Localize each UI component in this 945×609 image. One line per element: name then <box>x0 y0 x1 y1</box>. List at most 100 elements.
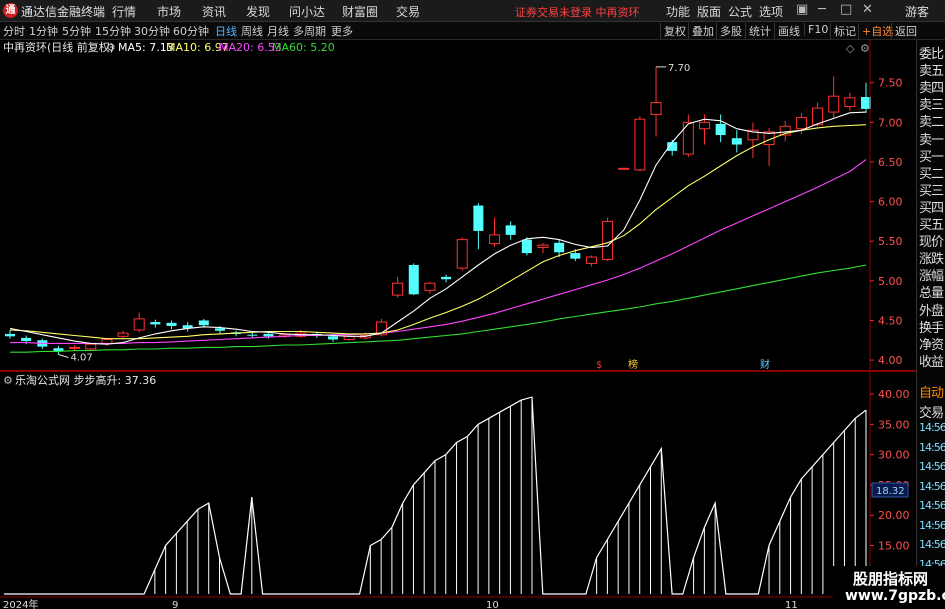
guest-user[interactable]: 游客 <box>905 3 929 20</box>
candle[interactable] <box>69 345 81 351</box>
menu-options[interactable]: 选项 <box>759 3 783 20</box>
ma5-line <box>9 111 867 345</box>
candle-body <box>537 244 549 249</box>
period-tab-weekly[interactable]: 周线 <box>241 23 263 39</box>
candle[interactable] <box>247 332 258 338</box>
app-logo-icon: 通 <box>3 3 18 18</box>
draw-line-button[interactable]: 画线 <box>774 23 803 39</box>
main-price-chart[interactable]: 中再资环(日线 前复权) ⚙ MA5: 7.13 MA10: 6.97 MA20… <box>0 40 916 370</box>
window-menu-icon[interactable]: ▣ <box>796 2 808 17</box>
statistics-button[interactable]: 统计 <box>745 23 774 39</box>
adjust-button[interactable]: 复权 <box>660 23 689 39</box>
indicator-gear-icon[interactable]: ⚙ <box>3 374 13 387</box>
menu-market-quotes[interactable]: 行情 <box>112 3 136 20</box>
candle[interactable] <box>602 217 614 262</box>
candle-body <box>85 343 97 350</box>
trade-time: 14:56 <box>919 499 945 512</box>
candle[interactable] <box>828 76 840 119</box>
candle-body <box>602 220 614 260</box>
candle[interactable] <box>182 322 193 332</box>
candle-body <box>715 123 726 136</box>
menu-function[interactable]: 功能 <box>666 3 690 20</box>
quote-field-label: 收益 <box>919 354 944 370</box>
menu-layout[interactable]: 版面 <box>697 3 721 20</box>
f10-button[interactable]: F10 <box>804 23 831 36</box>
event-mark-finance[interactable]: 财 <box>760 358 770 370</box>
settings-small-icon[interactable]: ⚙ <box>860 42 870 55</box>
candle[interactable] <box>117 330 129 339</box>
candle[interactable] <box>150 319 161 328</box>
candle[interactable] <box>473 203 484 250</box>
candle[interactable] <box>424 281 436 294</box>
ma60-label: MA60: 5.20 <box>272 41 335 54</box>
candle[interactable] <box>585 255 597 267</box>
period-tab-30min[interactable]: 30分钟 <box>134 23 170 39</box>
settings-gear-icon[interactable]: ⚙ <box>106 41 116 54</box>
candle[interactable] <box>166 320 177 330</box>
period-tab-multi[interactable]: 多周期 <box>293 23 326 39</box>
candle[interactable] <box>489 217 501 247</box>
low-price-label: 4.07 <box>70 353 92 364</box>
menu-discover[interactable]: 发现 <box>246 3 270 20</box>
ma10-line <box>9 124 867 340</box>
candle-body <box>828 95 840 113</box>
menu-wealth-circle[interactable]: 财富圈 <box>342 3 378 20</box>
multi-stock-button[interactable]: 多股 <box>716 23 745 39</box>
indicator-tick-label: 40.00 <box>878 388 910 401</box>
app-title: 通达信金融终端 <box>21 5 106 19</box>
back-button[interactable]: 返回 <box>891 23 920 39</box>
close-icon[interactable]: ✕ <box>862 2 873 17</box>
menu-news[interactable]: 资讯 <box>202 3 226 20</box>
candle[interactable] <box>682 114 694 158</box>
price-tick-label: 4.50 <box>878 314 903 327</box>
candle-body <box>133 318 145 331</box>
period-tab-1min[interactable]: 1分钟 <box>29 23 58 39</box>
candle[interactable] <box>715 114 726 143</box>
menu-market[interactable]: 市场 <box>157 3 181 20</box>
candle[interactable] <box>747 122 759 159</box>
candle[interactable] <box>133 312 145 333</box>
menu-trade[interactable]: 交易 <box>396 3 420 20</box>
period-tab-intraday[interactable]: 分时 <box>3 23 25 39</box>
period-tab-monthly[interactable]: 月线 <box>267 23 289 39</box>
candle[interactable] <box>634 116 646 172</box>
period-toolbar: 分时 1分钟 5分钟 15分钟 30分钟 60分钟 日线 周线 月线 多周期 更… <box>0 22 945 40</box>
period-tab-15min[interactable]: 15分钟 <box>95 23 131 39</box>
candle-body <box>521 239 532 254</box>
period-tab-daily[interactable]: 日线 <box>215 23 237 39</box>
candle[interactable] <box>505 221 516 240</box>
candle[interactable] <box>731 130 742 153</box>
candle[interactable] <box>618 167 630 170</box>
indicator-tick-label: 20.00 <box>878 509 910 522</box>
time-label-sep: 9 <box>172 600 178 609</box>
mark-button[interactable]: 标记 <box>830 23 859 39</box>
event-mark-dividend[interactable]: $ <box>596 360 602 370</box>
period-tab-more[interactable]: 更多 <box>331 23 353 39</box>
menu-formula[interactable]: 公式 <box>728 3 752 20</box>
candle[interactable] <box>53 345 64 355</box>
candle[interactable] <box>5 329 15 339</box>
trade-time: 14:56 <box>919 440 945 454</box>
period-tab-5min[interactable]: 5分钟 <box>62 23 91 39</box>
period-tab-60min[interactable]: 60分钟 <box>173 23 209 39</box>
trade-time: 14:56 <box>919 460 945 473</box>
candle[interactable] <box>408 263 419 296</box>
candle[interactable] <box>844 93 856 111</box>
menu-ask-xiaoda[interactable]: 问小达 <box>289 3 325 20</box>
candle[interactable] <box>650 66 662 137</box>
candle[interactable] <box>392 276 404 298</box>
candle[interactable] <box>441 274 452 283</box>
auto-toggle[interactable]: 自动 <box>919 382 944 401</box>
candle-body <box>844 97 856 108</box>
candle[interactable] <box>537 242 549 254</box>
maximize-icon[interactable]: □ <box>840 2 852 17</box>
time-label-nov: 11 <box>785 600 798 609</box>
minimize-icon[interactable]: ─ <box>818 2 826 17</box>
indicator-chart[interactable]: ⚙ 乐淘公式网 步步高升: 37.36 40.0035.0030.0025.00… <box>0 372 916 609</box>
candle-body <box>554 242 565 253</box>
candle[interactable] <box>456 237 468 271</box>
event-mark-rank[interactable]: 榜 <box>628 358 638 370</box>
diamond-icon[interactable]: ◇ <box>846 42 855 55</box>
candle-body <box>69 346 81 349</box>
overlay-button[interactable]: 叠加 <box>688 23 717 39</box>
